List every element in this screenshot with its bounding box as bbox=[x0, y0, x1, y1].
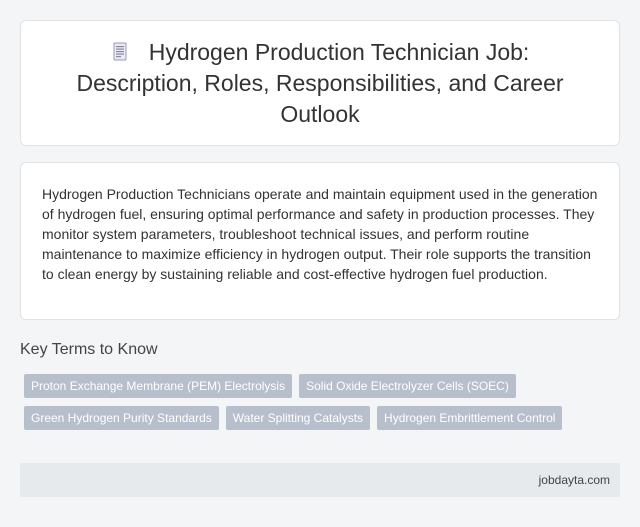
key-term-tag[interactable]: Hydrogen Embrittlement Control bbox=[377, 406, 563, 430]
document-icon bbox=[113, 42, 127, 60]
page-title-text: Hydrogen Production Technician Job: Desc… bbox=[76, 38, 564, 127]
description-text: Hydrogen Production Technicians operate … bbox=[42, 186, 598, 282]
key-term-tag[interactable]: Proton Exchange Membrane (PEM) Electroly… bbox=[24, 374, 293, 398]
description-card: Hydrogen Production Technicians operate … bbox=[20, 162, 620, 320]
key-term-tag[interactable]: Water Splitting Catalysts bbox=[225, 406, 371, 430]
footer-site-link[interactable]: jobdayta.com bbox=[539, 473, 610, 487]
footer: jobdayta.com bbox=[20, 463, 620, 497]
page-title: Hydrogen Production Technician Job: Desc… bbox=[51, 37, 589, 130]
title-card: Hydrogen Production Technician Job: Desc… bbox=[20, 20, 620, 146]
key-term-tag[interactable]: Green Hydrogen Purity Standards bbox=[24, 406, 219, 430]
key-term-tag[interactable]: Solid Oxide Electrolyzer Cells (SOEC) bbox=[299, 374, 516, 398]
key-terms-heading: Key Terms to Know bbox=[20, 341, 158, 358]
key-terms-list: Proton Exchange Membrane (PEM) Electroly… bbox=[24, 374, 620, 430]
page: Hydrogen Production Technician Job: Desc… bbox=[0, 0, 640, 527]
